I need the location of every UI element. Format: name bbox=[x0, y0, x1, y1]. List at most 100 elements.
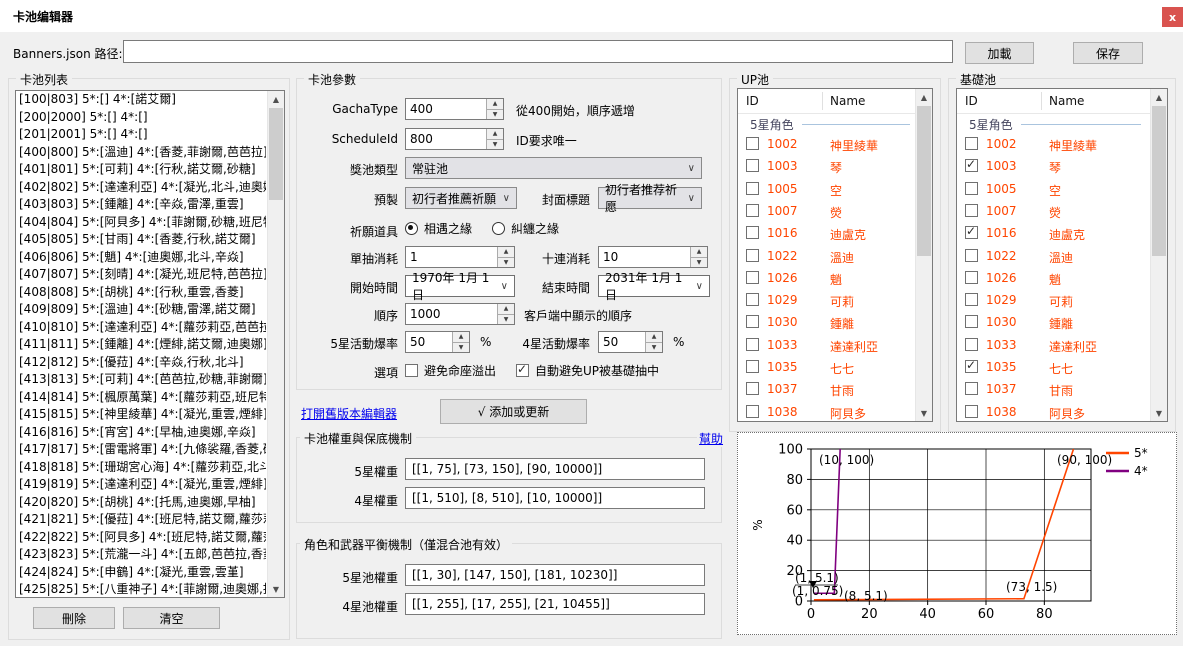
spin-up-icon[interactable]: ▲ bbox=[691, 247, 707, 258]
rate4-spinner[interactable]: 50 ▲▼ bbox=[598, 331, 663, 353]
clear-button[interactable]: 清空 bbox=[123, 607, 220, 629]
character-checkbox[interactable] bbox=[746, 226, 759, 239]
help-link[interactable]: 幫助 bbox=[697, 430, 725, 447]
character-checkbox[interactable] bbox=[965, 382, 978, 395]
spin-up-icon[interactable]: ▲ bbox=[487, 129, 503, 140]
pool-character-row[interactable]: 1030鍾離 bbox=[738, 313, 915, 335]
character-checkbox[interactable] bbox=[746, 405, 759, 418]
radio-acquaint-fate[interactable] bbox=[405, 222, 418, 235]
character-checkbox[interactable] bbox=[965, 293, 978, 306]
character-checkbox[interactable] bbox=[965, 271, 978, 284]
pool-character-row[interactable]: 1026魈 bbox=[957, 269, 1150, 291]
pool-list-item[interactable]: [408|808] 5*:[胡桃] 4*:[行秋,重雲,香菱] bbox=[16, 284, 266, 302]
character-checkbox[interactable] bbox=[965, 182, 978, 195]
pool-list-item[interactable]: [414|814] 5*:[楓原萬葉] 4*:[蘿莎莉亞,班尼特,雷澤] bbox=[16, 389, 266, 407]
delete-button[interactable]: 刪除 bbox=[33, 607, 115, 629]
pool-list-item[interactable]: [420|820] 5*:[胡桃] 4*:[托馬,迪奧娜,早柚] bbox=[16, 494, 266, 512]
pool-character-row[interactable]: 1037甘雨 bbox=[738, 380, 915, 402]
spin-down-icon[interactable]: ▼ bbox=[487, 110, 503, 120]
add-or-update-button[interactable]: √ 添加或更新 bbox=[440, 399, 587, 424]
pool-character-row[interactable]: 1016迪盧克 bbox=[738, 224, 915, 246]
gachatype-spinner[interactable]: 400 ▲▼ bbox=[405, 98, 504, 120]
pool-list-item[interactable]: [419|819] 5*:[達達利亞] 4*:[凝光,重雲,煙緋] bbox=[16, 476, 266, 494]
pool-character-row[interactable]: 1029可莉 bbox=[738, 291, 915, 313]
spin-down-icon[interactable]: ▼ bbox=[691, 258, 707, 268]
pool-list-item[interactable]: [417|817] 5*:[雷電將軍] 4*:[九條裟羅,香菱,砂糖] bbox=[16, 441, 266, 459]
pool-list-scrollbar[interactable]: ▲ ▼ bbox=[267, 91, 284, 597]
up-col-name[interactable]: Name bbox=[830, 94, 865, 108]
base-col-name[interactable]: Name bbox=[1049, 94, 1084, 108]
scroll-up-icon[interactable]: ▲ bbox=[916, 89, 932, 105]
character-checkbox[interactable] bbox=[746, 137, 759, 150]
character-checkbox[interactable] bbox=[965, 249, 978, 262]
scrollbar-thumb[interactable] bbox=[917, 106, 931, 256]
character-checkbox[interactable] bbox=[965, 315, 978, 328]
pool-list-item[interactable]: [422|822] 5*:[阿貝多] 4*:[班尼特,諾艾爾,蘿莎莉亞] bbox=[16, 529, 266, 547]
rate5-spin-buttons[interactable]: ▲▼ bbox=[452, 332, 469, 352]
character-checkbox[interactable] bbox=[746, 293, 759, 306]
character-checkbox[interactable] bbox=[965, 137, 978, 150]
column-divider[interactable] bbox=[822, 92, 823, 110]
character-checkbox[interactable] bbox=[746, 315, 759, 328]
save-button[interactable]: 保存 bbox=[1073, 42, 1143, 64]
pool-list-item[interactable]: [100|803] 5*:[] 4*:[諾艾爾] bbox=[16, 91, 266, 109]
start-time-picker[interactable]: 1970年 1月 1日 ∨ bbox=[405, 275, 515, 297]
pool-character-row[interactable]: 1022溫迪 bbox=[957, 247, 1150, 269]
character-checkbox[interactable] bbox=[965, 204, 978, 217]
gachatype-spin-buttons[interactable]: ▲▼ bbox=[486, 99, 503, 119]
pool-list-item[interactable]: [418|818] 5*:[珊瑚宮心海] 4*:[蘿莎莉亞,北斗,行秋] bbox=[16, 459, 266, 477]
pool-list-item[interactable]: [403|803] 5*:[鍾離] 4*:[辛焱,雷澤,重雲] bbox=[16, 196, 266, 214]
pool-list-item[interactable]: [404|804] 5*:[阿貝多] 4*:[菲謝爾,砂糖,班尼特] bbox=[16, 214, 266, 232]
pool-list-item[interactable]: [401|801] 5*:[可莉] 4*:[行秋,諾艾爾,砂糖] bbox=[16, 161, 266, 179]
spin-up-icon[interactable]: ▲ bbox=[453, 332, 469, 343]
pool-list-item[interactable]: [412|812] 5*:[優菈] 4*:[辛焱,行秋,北斗] bbox=[16, 354, 266, 372]
pool-character-row[interactable]: 1005空 bbox=[738, 180, 915, 202]
character-checkbox[interactable] bbox=[746, 204, 759, 217]
scheduleid-spinner[interactable]: 800 ▲▼ bbox=[405, 128, 504, 150]
character-checkbox[interactable] bbox=[746, 338, 759, 351]
pool-character-row[interactable]: 1007熒 bbox=[957, 202, 1150, 224]
base-scrollbar[interactable]: ▲ ▼ bbox=[1150, 89, 1167, 421]
scrollbar-thumb[interactable] bbox=[1152, 106, 1166, 256]
close-button[interactable]: x bbox=[1162, 7, 1183, 27]
pool-list-item[interactable]: [425|825] 5*:[八重神子] 4*:[菲謝爾,迪奧娜,托馬] bbox=[16, 581, 266, 598]
scroll-up-icon[interactable]: ▲ bbox=[268, 91, 284, 107]
scroll-up-icon[interactable]: ▲ bbox=[1151, 89, 1167, 105]
base-pool-listview[interactable]: ID Name 5星角色 1002神里綾華1003琴1005空1007熒1016… bbox=[956, 88, 1168, 422]
end-time-picker[interactable]: 2031年 1月 1日 ∨ bbox=[598, 275, 710, 297]
pool-character-row[interactable]: 1030鍾離 bbox=[957, 313, 1150, 335]
cover-title-combobox[interactable]: 初行者推荐祈愿 ∨ bbox=[598, 187, 702, 209]
pool-character-row[interactable]: 1016迪盧克 bbox=[957, 224, 1150, 246]
pool-character-row[interactable]: 1033達達利亞 bbox=[957, 336, 1150, 358]
order-spinner[interactable]: 1000 ▲▼ bbox=[405, 303, 515, 325]
base-col-id[interactable]: ID bbox=[965, 94, 978, 108]
character-checkbox[interactable] bbox=[746, 271, 759, 284]
pool-list-item[interactable]: [424|824] 5*:[申鶴] 4*:[凝光,重雲,雲堇] bbox=[16, 564, 266, 582]
pool-list-item[interactable]: [405|805] 5*:[甘雨] 4*:[香菱,行秋,諾艾爾] bbox=[16, 231, 266, 249]
pool-list-item[interactable]: [413|813] 5*:[可莉] 4*:[芭芭拉,砂糖,菲謝爾] bbox=[16, 371, 266, 389]
preset-combobox[interactable]: 初行者推薦祈願 ∨ bbox=[405, 187, 517, 209]
up-col-id[interactable]: ID bbox=[746, 94, 759, 108]
pool-list-item[interactable]: [421|821] 5*:[優菈] 4*:[班尼特,諾艾爾,蘿莎莉亞] bbox=[16, 511, 266, 529]
pool-weight5-input[interactable]: [[1, 30], [147, 150], [181, 10230]] bbox=[405, 564, 705, 586]
character-checkbox[interactable] bbox=[965, 360, 978, 373]
spin-up-icon[interactable]: ▲ bbox=[498, 304, 514, 315]
character-checkbox[interactable] bbox=[965, 405, 978, 418]
single-cost-spinner[interactable]: 1 ▲▼ bbox=[405, 246, 515, 268]
load-button[interactable]: 加載 bbox=[965, 42, 1034, 64]
pool-list-item[interactable]: [406|806] 5*:[魈] 4*:[迪奧娜,北斗,辛焱] bbox=[16, 249, 266, 267]
scheduleid-spin-buttons[interactable]: ▲▼ bbox=[486, 129, 503, 149]
pool-character-row[interactable]: 1002神里綾華 bbox=[738, 135, 915, 157]
auto-avoid-up-in-base-checkbox[interactable] bbox=[516, 364, 529, 377]
open-old-editor-link[interactable]: 打開舊版本編輯器 bbox=[301, 405, 397, 422]
pool-list-item[interactable]: [411|811] 5*:[鍾離] 4*:[煙緋,諾艾爾,迪奧娜] bbox=[16, 336, 266, 354]
pool-list-item[interactable]: [410|810] 5*:[達達利亞] 4*:[蘿莎莉亞,芭芭拉,菲謝爾] bbox=[16, 319, 266, 337]
rate4-spin-buttons[interactable]: ▲▼ bbox=[645, 332, 662, 352]
order-spin-buttons[interactable]: ▲▼ bbox=[497, 304, 514, 324]
pool-list-item[interactable]: [407|807] 5*:[刻晴] 4*:[凝光,班尼特,芭芭拉] bbox=[16, 266, 266, 284]
scroll-down-icon[interactable]: ▼ bbox=[916, 405, 932, 421]
pool-list-item[interactable]: [402|802] 5*:[達達利亞] 4*:[凝光,北斗,迪奧娜] bbox=[16, 179, 266, 197]
character-checkbox[interactable] bbox=[746, 249, 759, 262]
scrollbar-thumb[interactable] bbox=[269, 108, 283, 200]
pool-listbox[interactable]: ▲ ▼ [100|803] 5*:[] 4*:[諾艾爾][200|2000] 5… bbox=[15, 90, 285, 598]
